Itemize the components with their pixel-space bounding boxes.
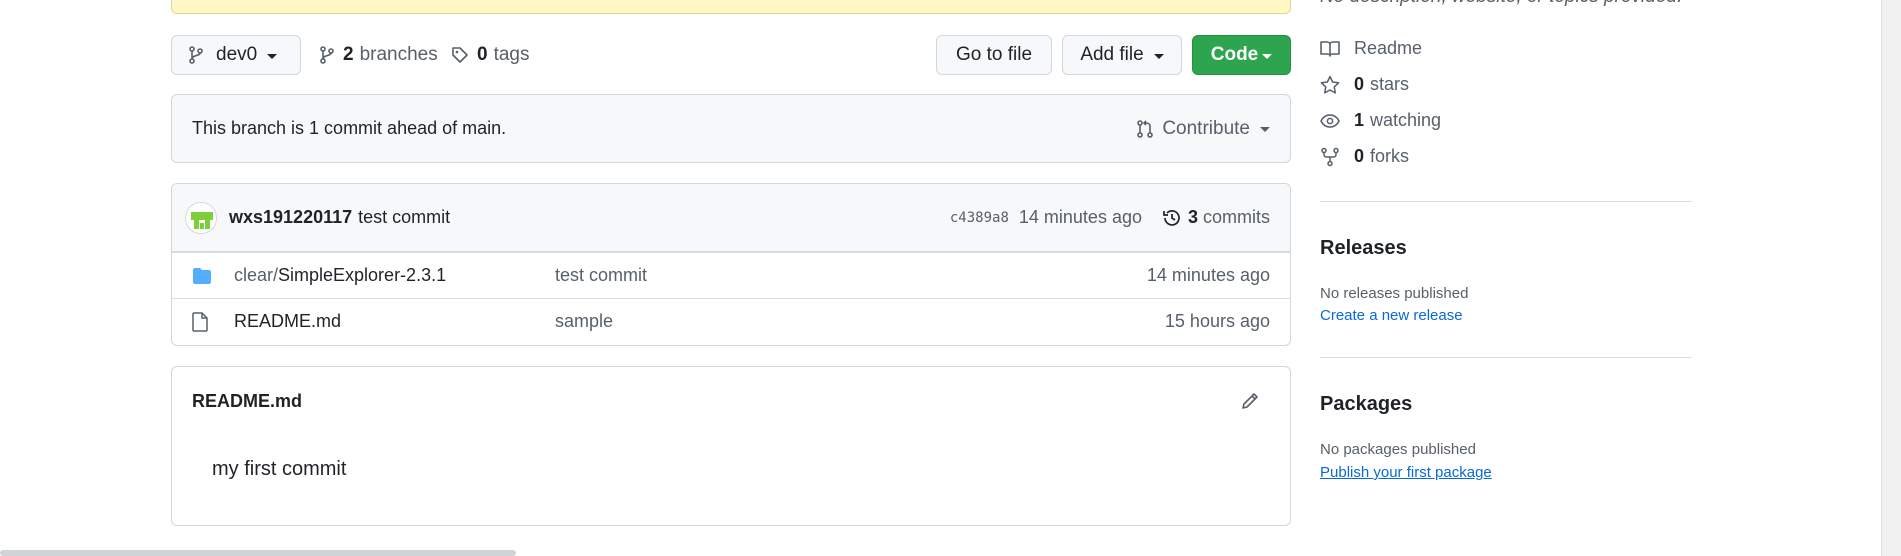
create-release-link[interactable]: Create a new release <box>1320 307 1463 324</box>
chevron-down-icon <box>1153 53 1164 59</box>
file-row[interactable]: README.md sample 15 hours ago <box>172 298 1290 344</box>
tag-icon <box>451 46 469 64</box>
forks-link[interactable]: 0 forks <box>1320 146 1409 167</box>
file-icon <box>192 311 216 332</box>
eye-icon <box>1320 113 1340 129</box>
publish-package-link[interactable]: Publish your first package <box>1320 464 1492 481</box>
horizontal-scrollbar[interactable] <box>0 550 516 556</box>
contribute-button[interactable]: Contribute <box>1136 118 1270 140</box>
stars-count: 0 <box>1354 74 1365 94</box>
chevron-down-icon <box>267 53 278 59</box>
history-icon <box>1162 208 1182 228</box>
file-name-main: README.md <box>234 311 342 331</box>
file-commit-message[interactable]: sample <box>555 311 1165 332</box>
tags-link[interactable]: 0 tags <box>451 35 530 75</box>
folder-icon <box>192 267 216 285</box>
chevron-down-icon <box>1260 127 1270 132</box>
commits-link[interactable]: 3 commits <box>1162 207 1270 228</box>
code-label: Code <box>1210 44 1259 65</box>
branch-select-button[interactable]: dev0 <box>171 35 301 75</box>
stars-link[interactable]: 0 stars <box>1320 74 1409 95</box>
readme-label: Readme <box>1354 38 1423 58</box>
readme-title[interactable]: README.md <box>192 391 302 412</box>
file-commit-message[interactable]: test commit <box>555 265 1147 286</box>
divider <box>1320 357 1692 358</box>
file-name-prefix: clear/ <box>234 265 279 285</box>
code-button[interactable]: Code <box>1192 35 1291 75</box>
commits-label: commits <box>1203 207 1270 227</box>
fork-icon <box>1320 147 1340 167</box>
latest-commit-bar: wxs191220117 test commit c4389a8 14 minu… <box>172 184 1290 252</box>
branches-count: 2 <box>343 44 354 65</box>
star-icon <box>1320 75 1340 95</box>
repo-toolbar: dev0 2 branches 0 tags Go to file Add fi… <box>171 35 1291 75</box>
pencil-icon[interactable] <box>1240 391 1260 411</box>
releases-empty-text: No releases published <box>1320 285 1469 302</box>
stars-label: stars <box>1370 74 1410 94</box>
watching-count: 1 <box>1354 110 1365 130</box>
repo-description: No description, website, or topics provi… <box>1320 0 1682 8</box>
forks-count: 0 <box>1354 146 1365 166</box>
branch-ahead-box: This branch is 1 commit ahead of main. C… <box>171 94 1291 163</box>
book-icon <box>1320 40 1340 58</box>
packages-heading[interactable]: Packages <box>1320 393 1412 416</box>
ahead-message: This branch is 1 commit ahead of main. <box>192 118 507 138</box>
tags-count: 0 <box>477 44 488 65</box>
file-name[interactable]: clear/SimpleExplorer-2.3.1 <box>234 265 555 286</box>
watchers-link[interactable]: 1 watching <box>1320 110 1441 131</box>
readme-content: my first commit <box>212 458 347 480</box>
watching-label: watching <box>1370 110 1442 130</box>
git-branch-icon <box>319 46 335 64</box>
branch-name: dev0 <box>216 44 258 65</box>
flash-banner <box>171 0 1291 14</box>
file-name-main: SimpleExplorer-2.3.1 <box>278 265 447 285</box>
vertical-scrollbar[interactable] <box>1881 0 1901 556</box>
forks-label: forks <box>1370 146 1410 166</box>
releases-heading[interactable]: Releases <box>1320 237 1407 260</box>
file-browser: wxs191220117 test commit c4389a8 14 minu… <box>171 183 1291 346</box>
divider <box>1320 201 1692 202</box>
contribute-label: Contribute <box>1162 117 1250 139</box>
readme-box: README.md my first commit <box>171 366 1291 526</box>
git-branch-icon <box>188 46 204 64</box>
packages-empty-text: No packages published <box>1320 441 1476 458</box>
commit-message[interactable]: test commit <box>358 207 950 228</box>
chevron-down-icon <box>1262 53 1273 59</box>
commit-time: 14 minutes ago <box>1018 207 1142 227</box>
pull-request-icon <box>1136 119 1154 138</box>
go-to-file-button[interactable]: Go to file <box>936 35 1052 75</box>
tags-label: tags <box>493 44 530 65</box>
file-name[interactable]: README.md <box>234 311 555 332</box>
add-file-button[interactable]: Add file <box>1062 35 1182 75</box>
avatar[interactable] <box>185 201 217 234</box>
branches-label: branches <box>359 44 438 65</box>
file-row[interactable]: clear/SimpleExplorer-2.3.1 test commit 1… <box>172 252 1290 298</box>
add-file-label: Add file <box>1080 44 1144 65</box>
readme-link[interactable]: Readme <box>1320 38 1422 59</box>
file-commit-time: 14 minutes ago <box>1146 265 1270 285</box>
branches-link[interactable]: 2 branches <box>319 35 438 75</box>
commit-sha[interactable]: c4389a8 <box>950 210 1009 226</box>
file-commit-time: 15 hours ago <box>1164 311 1270 331</box>
commits-count: 3 <box>1187 207 1198 227</box>
commit-author[interactable]: wxs191220117 <box>229 207 352 228</box>
